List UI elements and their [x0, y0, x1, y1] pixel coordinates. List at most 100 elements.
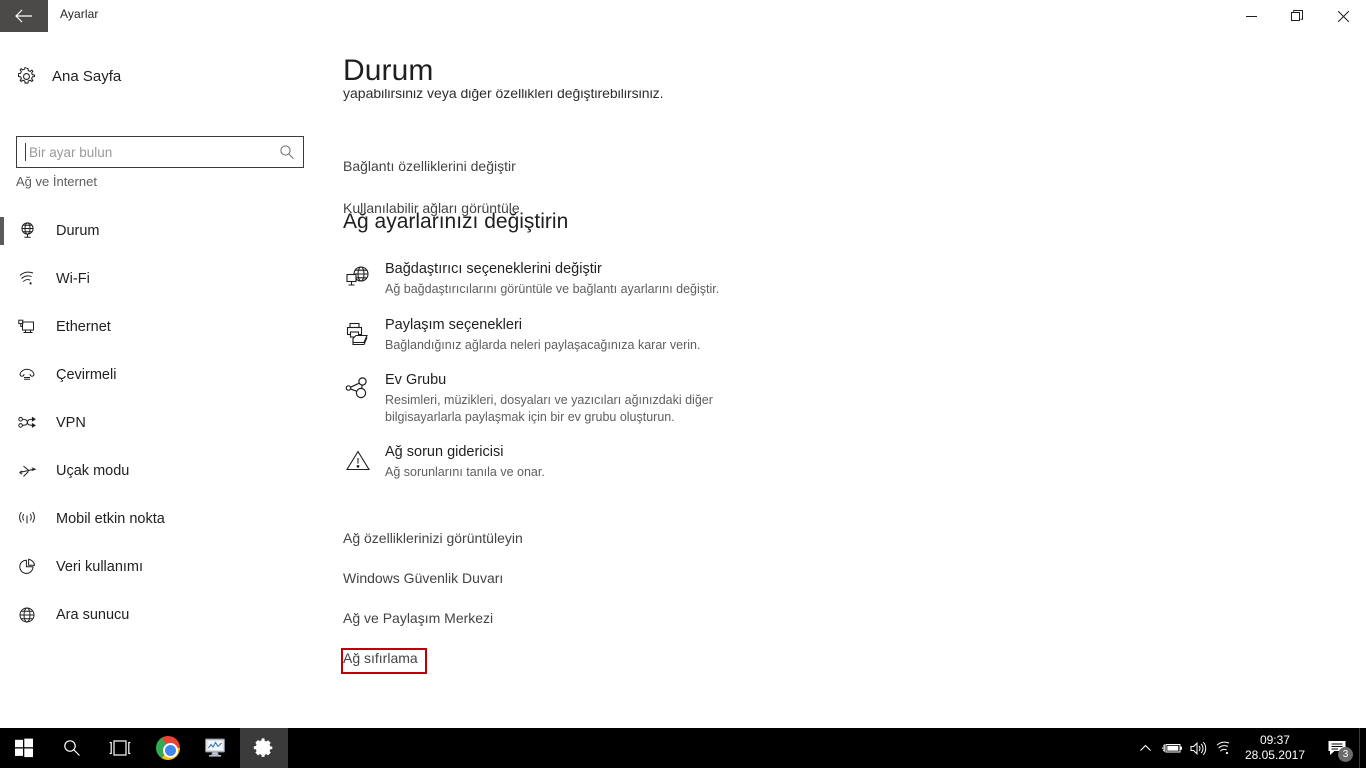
sidebar-home-label: Ana Sayfa	[52, 67, 122, 85]
sidebar-item-vpn[interactable]: VPN	[0, 399, 336, 447]
task-manager-taskbar-button[interactable]	[192, 728, 240, 768]
bottom-row: Windows Güvenlik Duvarı	[343, 569, 843, 609]
title-bar: Ayarlar	[0, 0, 1366, 32]
search-icon	[279, 144, 295, 160]
pie-chart-icon	[16, 556, 38, 578]
bottom-row: Ağ sıfırlama	[343, 649, 843, 689]
link-network-sharing-center[interactable]: Ağ ve Paylaşım Merkezi	[343, 609, 493, 649]
sidebar-nav-list: Durum Wi-Fi Ethernet Çevirmeli VPN Uçak …	[0, 207, 336, 639]
back-button[interactable]	[0, 0, 48, 32]
search-icon	[64, 740, 80, 756]
sidebar-item-home[interactable]: Ana Sayfa	[0, 58, 336, 94]
hotspot-icon	[16, 508, 38, 530]
sidebar-item-wifi[interactable]: Wi-Fi	[0, 255, 336, 303]
proxy-globe-icon	[16, 604, 38, 626]
bottom-row: Ağ özelliklerinizi görüntüleyin	[343, 529, 843, 569]
taskbar-search-button[interactable]	[48, 728, 96, 768]
section-header-change-network-settings: Ağ ayarlarınızı değiştirin	[343, 210, 569, 233]
sidebar-item-data-usage[interactable]: Veri kullanımı	[0, 543, 336, 591]
action-title: Ev Grubu	[385, 372, 447, 388]
action-text-block: Paylaşım seçenekleri Bağlandığınız ağlar…	[385, 316, 700, 354]
monitor-graph-icon	[205, 738, 225, 757]
action-sharing-options[interactable]: Paylaşım seçenekleri Bağlandığınız ağlar…	[343, 316, 1043, 354]
clock-time: 09:37	[1259, 733, 1290, 747]
content-pane: Durum yapabilirsiniz veya diğer özellikl…	[336, 32, 1366, 728]
sidebar-item-dialup[interactable]: Çevirmeli	[0, 351, 336, 399]
window-controls	[1228, 0, 1366, 32]
notification-count-badge: 3	[1338, 747, 1353, 762]
speaker-icon	[1190, 741, 1207, 755]
warning-triangle-icon	[343, 446, 373, 476]
link-network-reset[interactable]: Ağ sıfırlama	[343, 649, 418, 689]
sidebar-label: Ara sunucu	[56, 607, 130, 623]
wifi-icon	[16, 268, 38, 290]
action-description: Resimleri, müzikleri, dosyaları ve yazıc…	[385, 393, 713, 424]
sidebar-label: Uçak modu	[56, 463, 130, 479]
volume-tray-button[interactable]	[1185, 728, 1211, 768]
homegroup-icon	[343, 374, 373, 404]
action-title: Bağdaştırıcı seçeneklerini değiştir	[385, 261, 602, 277]
sidebar-item-mobile-hotspot[interactable]: Mobil etkin nokta	[0, 495, 336, 543]
sidebar-item-ethernet[interactable]: Ethernet	[0, 303, 336, 351]
sidebar-label: Durum	[56, 223, 100, 239]
close-icon	[1337, 10, 1349, 22]
action-center-button[interactable]: 3	[1315, 728, 1359, 768]
link-change-connection-properties[interactable]: Bağlantı özelliklerini değiştir	[343, 158, 516, 174]
chevron-up-icon	[1140, 744, 1152, 751]
sidebar-item-airplane-mode[interactable]: Uçak modu	[0, 447, 336, 495]
minimize-button[interactable]	[1228, 0, 1274, 32]
action-change-adapter-options[interactable]: Bağdaştırıcı seçeneklerini değiştir Ağ b…	[343, 260, 1043, 298]
action-homegroup[interactable]: Ev Grubu Resimleri, müzikleri, dosyaları…	[343, 371, 1043, 425]
link-view-network-properties[interactable]: Ağ özelliklerinizi görüntüleyin	[343, 529, 523, 569]
task-view-button[interactable]	[96, 728, 144, 768]
windows-logo-icon	[15, 738, 33, 758]
clipped-description-value: yapabilirsiniz veya diğer özellikleri de…	[343, 89, 664, 101]
clock-date: 28.05.2017	[1244, 748, 1305, 762]
sharing-printer-folder-icon	[343, 319, 373, 349]
globe-status-icon	[16, 220, 38, 242]
close-button[interactable]	[1320, 0, 1366, 32]
action-description: Bağlandığınız ağlarda neleri paylaşacağı…	[385, 337, 701, 352]
chrome-icon	[156, 736, 180, 760]
chrome-taskbar-button[interactable]	[144, 728, 192, 768]
sidebar-label: Wi-Fi	[56, 271, 90, 287]
wifi-icon	[1216, 741, 1230, 754]
settings-window: Ayarlar Ana Sayfa Bir ayar bulun Ağ ve İ…	[0, 0, 1366, 768]
action-description: Ağ bağdaştırıcılarını görüntüle ve bağla…	[385, 282, 720, 296]
sidebar-item-durum[interactable]: Durum	[0, 207, 336, 255]
gear-icon	[253, 738, 273, 757]
link-windows-firewall[interactable]: Windows Güvenlik Duvarı	[343, 569, 503, 609]
battery-tray-button[interactable]	[1159, 728, 1185, 768]
system-tray: 09:37 28.05.2017 3	[1133, 728, 1366, 768]
sidebar-item-proxy[interactable]: Ara sunucu	[0, 591, 336, 639]
restore-icon	[1291, 10, 1303, 21]
action-description: Ağ sorunlarını tanıla ve onar.	[385, 465, 545, 479]
text-caret	[25, 143, 26, 161]
search-input[interactable]	[27, 143, 271, 161]
airplane-icon	[16, 460, 38, 482]
back-arrow-icon	[15, 9, 32, 23]
action-text-block: Ağ sorun gidericisi Ağ sorunlarını tanıl…	[385, 443, 545, 481]
dialup-icon	[16, 364, 38, 386]
sidebar-label: VPN	[56, 415, 86, 431]
page-title: Durum	[343, 54, 434, 87]
action-title: Paylaşım seçenekleri	[385, 316, 522, 333]
taskbar-buttons	[0, 728, 288, 768]
ethernet-icon	[16, 316, 38, 338]
wifi-tray-button[interactable]	[1211, 728, 1237, 768]
start-button[interactable]	[0, 728, 48, 768]
clock[interactable]: 09:37 28.05.2017	[1237, 733, 1315, 763]
selection-indicator	[0, 217, 4, 245]
minimize-icon	[1245, 15, 1257, 17]
action-list: Bağdaştırıcı seçeneklerini değiştir Ağ b…	[343, 260, 1043, 499]
search-box[interactable]	[16, 136, 304, 168]
bottom-row: Ağ ve Paylaşım Merkezi	[343, 609, 843, 649]
task-view-icon	[109, 740, 131, 756]
restore-button[interactable]	[1274, 0, 1320, 32]
sidebar-label: Çevirmeli	[56, 367, 117, 383]
bottom-link-list: Ağ özelliklerinizi görüntüleyin Windows …	[343, 529, 843, 689]
settings-taskbar-button[interactable]	[240, 728, 288, 768]
action-network-troubleshooter[interactable]: Ağ sorun gidericisi Ağ sorunlarını tanıl…	[343, 443, 1043, 481]
tray-expand-button[interactable]	[1133, 728, 1159, 768]
show-desktop-button[interactable]	[1359, 728, 1366, 768]
